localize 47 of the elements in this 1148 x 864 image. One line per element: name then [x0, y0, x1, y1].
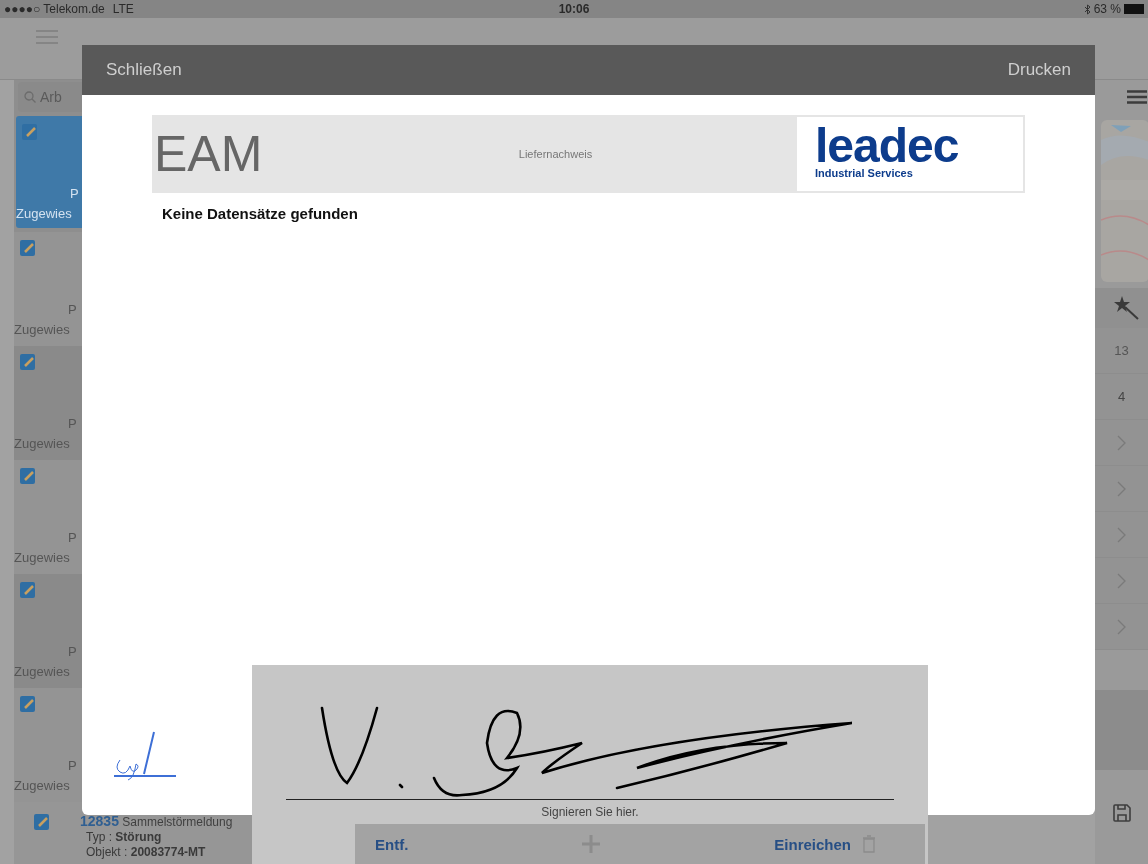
item-status: Zugewies	[14, 550, 70, 565]
print-button[interactable]: Drucken	[1007, 60, 1071, 80]
bluetooth-icon	[1083, 3, 1091, 15]
chevron-icon[interactable]	[1117, 572, 1126, 589]
edit-note-icon	[20, 468, 36, 484]
item-label: P	[68, 758, 77, 773]
object-value: 20083774-MT	[130, 845, 206, 859]
battery-icon	[1124, 4, 1144, 14]
signature-hint: Signieren Sie hier.	[540, 805, 640, 819]
type-label: Typ :	[86, 830, 112, 844]
count-label: 4	[1117, 389, 1126, 404]
submit-button[interactable]: Einreichen	[774, 835, 851, 853]
object-label: Objekt :	[86, 845, 128, 859]
close-button[interactable]: Schließen	[106, 60, 182, 80]
item-label: P	[68, 302, 77, 317]
report-subtitle: Liefernachweis	[518, 148, 593, 160]
chevron-icon[interactable]	[1117, 434, 1126, 451]
chevron-icon[interactable]	[1117, 526, 1126, 543]
network-label: LTE	[112, 2, 134, 16]
delete-button[interactable]: Entf.	[375, 835, 409, 853]
battery-percent: 63 %	[1093, 2, 1121, 16]
carrier-label: ●●●●○ Telekom.de	[4, 2, 105, 16]
logo-tagline: Industrial Services	[815, 167, 914, 179]
edit-note-icon	[20, 240, 36, 256]
report-title: EAM	[154, 125, 264, 183]
chevron-icon[interactable]	[1117, 618, 1126, 635]
order-title: Sammelstörmeldung	[122, 815, 233, 829]
order-number: 12835	[80, 813, 119, 829]
item-label: P	[68, 530, 77, 545]
edit-note-icon	[20, 582, 36, 598]
clock-time: 10:06	[558, 2, 590, 16]
magic-wand-icon[interactable]	[1114, 295, 1140, 321]
item-status: Zugewies	[14, 322, 70, 337]
count-label: 13	[1114, 343, 1129, 358]
chevron-icon[interactable]	[1117, 480, 1126, 497]
item-status: Zugewies	[16, 206, 72, 221]
edit-note-icon	[22, 124, 38, 140]
type-value: Störung	[115, 830, 162, 844]
edit-note-icon	[20, 696, 36, 712]
empty-message: Keine Datensätze gefunden	[162, 205, 359, 222]
item-label: P	[70, 186, 79, 201]
logo-wordmark: leadec	[815, 125, 960, 167]
menu-icon[interactable]	[1126, 90, 1147, 104]
item-status: Zugewies	[14, 778, 70, 793]
edit-note-icon	[20, 354, 36, 370]
edit-note-icon	[34, 814, 50, 830]
save-icon[interactable]	[1112, 804, 1131, 822]
